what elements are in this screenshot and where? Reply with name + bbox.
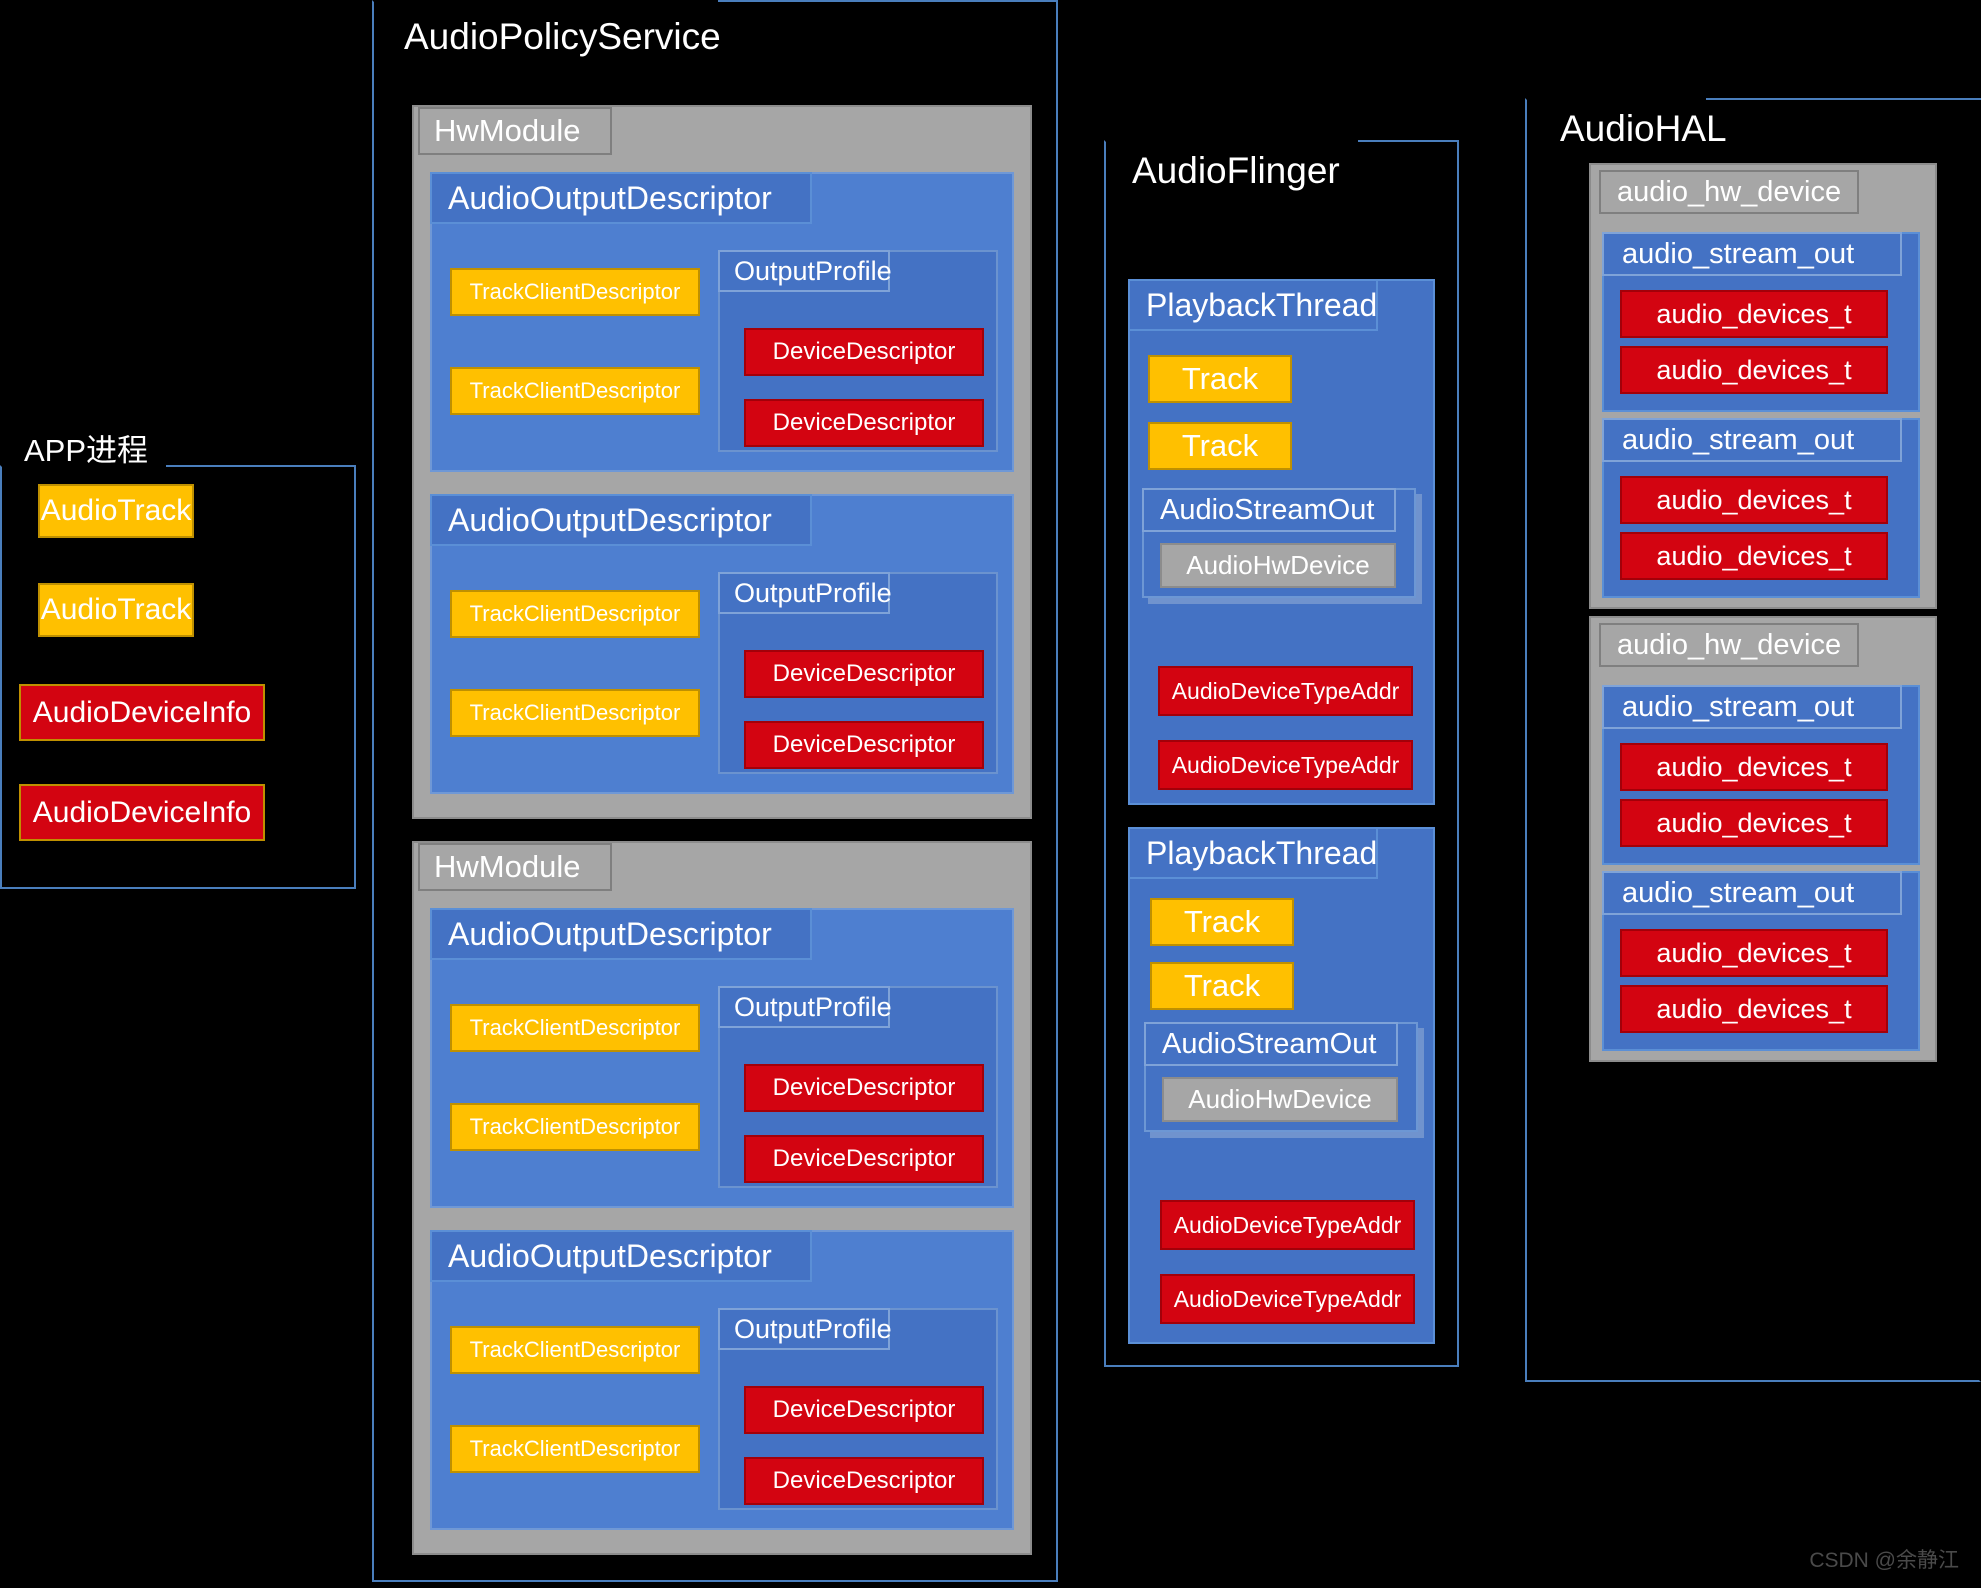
audio-devices-t-1-2-1[interactable]: audio_devices_t [1620, 476, 1888, 524]
aod-1-2-devicedescriptor-1[interactable]: DeviceDescriptor [744, 650, 984, 698]
aod-2-2-trackclient-2[interactable]: TrackClientDescriptor [450, 1425, 700, 1473]
playbackthread-1-label: PlaybackThread [1146, 286, 1378, 323]
playbackthread-1-header: PlaybackThread [1128, 279, 1378, 331]
audio-stream-out-2-2-header: audio_stream_out [1602, 871, 1902, 915]
audio-hal-frame-topline [1706, 98, 1981, 100]
playbackthread-1-audiostreamout-header: AudioStreamOut [1142, 488, 1396, 532]
playbackthread-2-track-1[interactable]: Track [1150, 898, 1294, 946]
aod-1-1-trackclient-2[interactable]: TrackClientDescriptor [450, 367, 700, 415]
playbackthread-2-devicetypeaddr-2[interactable]: AudioDeviceTypeAddr [1160, 1274, 1415, 1324]
audio-flinger-title: AudioFlinger [1132, 150, 1340, 191]
playbackthread-1-audiohwdevice[interactable]: AudioHwDevice [1160, 543, 1396, 588]
audio-devices-t-2-1-1[interactable]: audio_devices_t [1620, 743, 1888, 791]
aod-1-1-header: AudioOutputDescriptor [430, 172, 812, 224]
aod-1-2-trackclient-2[interactable]: TrackClientDescriptor [450, 689, 700, 737]
app-process-title: APP进程 [24, 433, 149, 468]
app-audiodeviceinfo-1[interactable]: AudioDeviceInfo [19, 684, 265, 741]
aod-1-2-outputprofile-header: OutputProfile [718, 572, 892, 614]
playbackthread-2-track-2[interactable]: Track [1150, 962, 1294, 1010]
playbackthread-2-header: PlaybackThread [1128, 827, 1378, 879]
audio-stream-out-1-2-header: audio_stream_out [1602, 418, 1902, 462]
aod-2-2-header: AudioOutputDescriptor [430, 1230, 812, 1282]
audio-hw-device-1-header: audio_hw_device [1599, 170, 1859, 214]
aod-1-2-label: AudioOutputDescriptor [448, 501, 772, 538]
aod-1-2-devicedescriptor-2[interactable]: DeviceDescriptor [744, 721, 984, 769]
playbackthread-2-audiostreamout-label: AudioStreamOut [1162, 1027, 1377, 1060]
playbackthread-1-track-2[interactable]: Track [1148, 422, 1292, 470]
audio-hw-device-2-header: audio_hw_device [1599, 623, 1859, 667]
aod-2-2-trackclient-1[interactable]: TrackClientDescriptor [450, 1326, 700, 1374]
audio-devices-t-1-1-2[interactable]: audio_devices_t [1620, 346, 1888, 394]
audio-stream-out-2-1-label: audio_stream_out [1622, 690, 1855, 723]
aod-1-1-label: AudioOutputDescriptor [448, 179, 772, 216]
aod-2-1-trackclient-2[interactable]: TrackClientDescriptor [450, 1103, 700, 1151]
audio-devices-t-2-2-1[interactable]: audio_devices_t [1620, 929, 1888, 977]
playbackthread-1-devicetypeaddr-1[interactable]: AudioDeviceTypeAddr [1158, 666, 1413, 716]
aod-1-2-outputprofile-label: OutputProfile [734, 577, 892, 608]
aod-2-1-trackclient-1[interactable]: TrackClientDescriptor [450, 1004, 700, 1052]
aod-1-2-trackclient-1[interactable]: TrackClientDescriptor [450, 590, 700, 638]
hwmodule-2-header: HwModule [418, 843, 612, 891]
hwmodule-1-label: HwModule [434, 113, 581, 148]
audio-devices-t-2-1-2[interactable]: audio_devices_t [1620, 799, 1888, 847]
audio-stream-out-1-2-label: audio_stream_out [1622, 423, 1855, 456]
app-audiodeviceinfo-2[interactable]: AudioDeviceInfo [19, 784, 265, 841]
app-audiotrack-2[interactable]: AudioTrack [38, 583, 194, 637]
audio-stream-out-1-1-header: audio_stream_out [1602, 232, 1902, 276]
audio-stream-out-2-2-label: audio_stream_out [1622, 876, 1855, 909]
aod-2-2-outputprofile-label: OutputProfile [734, 1313, 892, 1344]
audio-hw-device-1-label: audio_hw_device [1617, 175, 1842, 208]
aod-1-1-outputprofile-label: OutputProfile [734, 255, 892, 286]
playbackthread-2-audiostreamout-header: AudioStreamOut [1144, 1022, 1398, 1066]
audio-flinger-frame-topline [1358, 140, 1459, 142]
watermark: CSDN @余静江 [1809, 1549, 1959, 1572]
aod-2-1-devicedescriptor-2[interactable]: DeviceDescriptor [744, 1135, 984, 1183]
playbackthread-1-devicetypeaddr-2[interactable]: AudioDeviceTypeAddr [1158, 740, 1413, 790]
aod-2-2-outputprofile-header: OutputProfile [718, 1308, 892, 1350]
app-process-frame-topline [166, 465, 356, 467]
aod-1-1-devicedescriptor-2[interactable]: DeviceDescriptor [744, 399, 984, 447]
playbackthread-1-audiostreamout-label: AudioStreamOut [1160, 493, 1375, 526]
aod-2-1-devicedescriptor-1[interactable]: DeviceDescriptor [744, 1064, 984, 1112]
audio-devices-t-1-1-1[interactable]: audio_devices_t [1620, 290, 1888, 338]
aod-1-2-header: AudioOutputDescriptor [430, 494, 812, 546]
playbackthread-1-track-1[interactable]: Track [1148, 355, 1292, 403]
app-audiotrack-1[interactable]: AudioTrack [38, 484, 194, 538]
playbackthread-2-label: PlaybackThread [1146, 834, 1378, 871]
aod-1-1-devicedescriptor-1[interactable]: DeviceDescriptor [744, 328, 984, 376]
aod-2-1-outputprofile-label: OutputProfile [734, 991, 892, 1022]
audio-stream-out-1-1-label: audio_stream_out [1622, 237, 1855, 270]
aod-2-1-header: AudioOutputDescriptor [430, 908, 812, 960]
audio-hw-device-2-label: audio_hw_device [1617, 628, 1842, 661]
playbackthread-2-audiohwdevice[interactable]: AudioHwDevice [1162, 1077, 1398, 1122]
audio-devices-t-2-2-2[interactable]: audio_devices_t [1620, 985, 1888, 1033]
aod-2-1-outputprofile-header: OutputProfile [718, 986, 892, 1028]
aod-1-1-outputprofile-header: OutputProfile [718, 250, 892, 292]
audio-stream-out-2-1-header: audio_stream_out [1602, 685, 1902, 729]
aod-2-2-devicedescriptor-1[interactable]: DeviceDescriptor [744, 1386, 984, 1434]
hwmodule-1-header: HwModule [418, 107, 612, 155]
audio-devices-t-1-2-2[interactable]: audio_devices_t [1620, 532, 1888, 580]
aod-2-2-devicedescriptor-2[interactable]: DeviceDescriptor [744, 1457, 984, 1505]
aod-2-1-label: AudioOutputDescriptor [448, 915, 772, 952]
aod-2-2-label: AudioOutputDescriptor [448, 1237, 772, 1274]
audio-policy-service-title: AudioPolicyService [404, 16, 721, 57]
audio-policy-service-frame-topline [718, 0, 1058, 2]
hwmodule-2-label: HwModule [434, 849, 581, 884]
audio-hal-title: AudioHAL [1560, 108, 1727, 149]
aod-1-1-trackclient-1[interactable]: TrackClientDescriptor [450, 268, 700, 316]
playbackthread-2-devicetypeaddr-1[interactable]: AudioDeviceTypeAddr [1160, 1200, 1415, 1250]
